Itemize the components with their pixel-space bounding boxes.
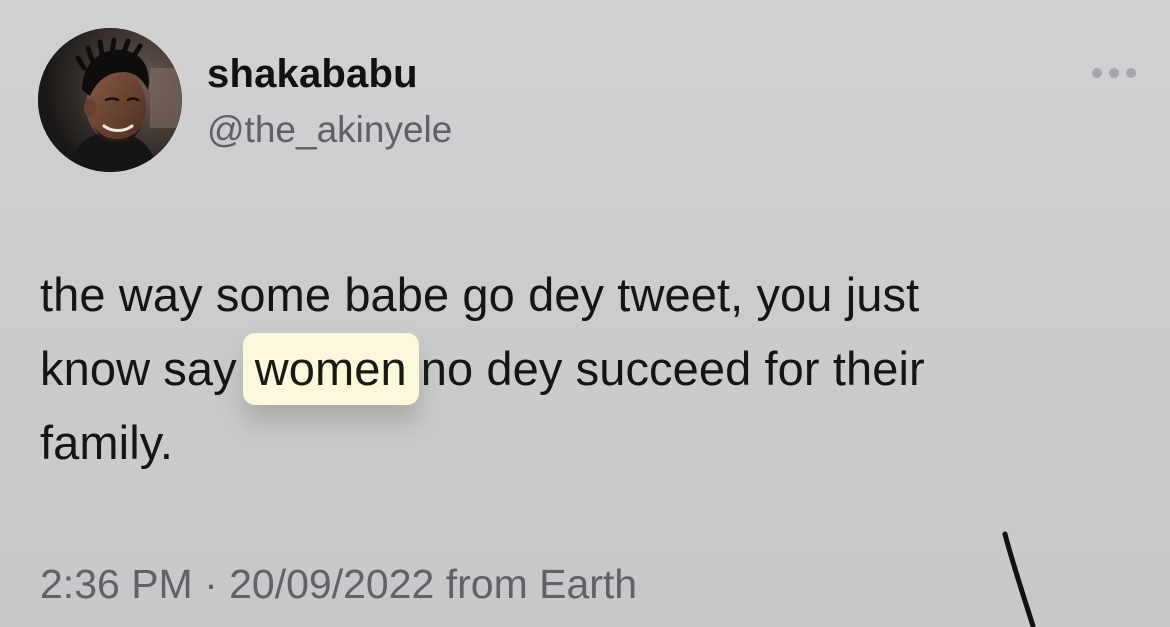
- avatar[interactable]: [38, 28, 182, 172]
- tweet-text-line: family.: [40, 416, 174, 469]
- tweet-timestamp[interactable]: 2:36 PM · 20/09/2022 from Earth: [40, 558, 637, 610]
- avatar-photo-icon: [38, 28, 182, 172]
- tweet-text-segment: know say: [40, 342, 237, 395]
- ellipsis-dot: [1092, 68, 1102, 78]
- pen-stroke-icon: [1002, 531, 1036, 627]
- ellipsis-icon[interactable]: [1092, 58, 1136, 88]
- ellipsis-dot: [1126, 68, 1136, 78]
- display-name[interactable]: shakababu: [207, 50, 418, 98]
- tweet-card: shakababu @the_akinyele the way some bab…: [0, 0, 1170, 627]
- tweet-text-line: the way some babe go dey tweet, you just: [40, 268, 920, 321]
- tweet-text-line: know say women no dey succeed for their: [40, 332, 1130, 406]
- tweet-text: the way some babe go dey tweet, you just…: [40, 258, 1130, 480]
- ellipsis-dot: [1109, 68, 1119, 78]
- highlighted-word[interactable]: women: [242, 333, 419, 405]
- user-handle[interactable]: @the_akinyele: [207, 108, 452, 152]
- tweet-text-segment: no dey succeed for their: [420, 342, 925, 395]
